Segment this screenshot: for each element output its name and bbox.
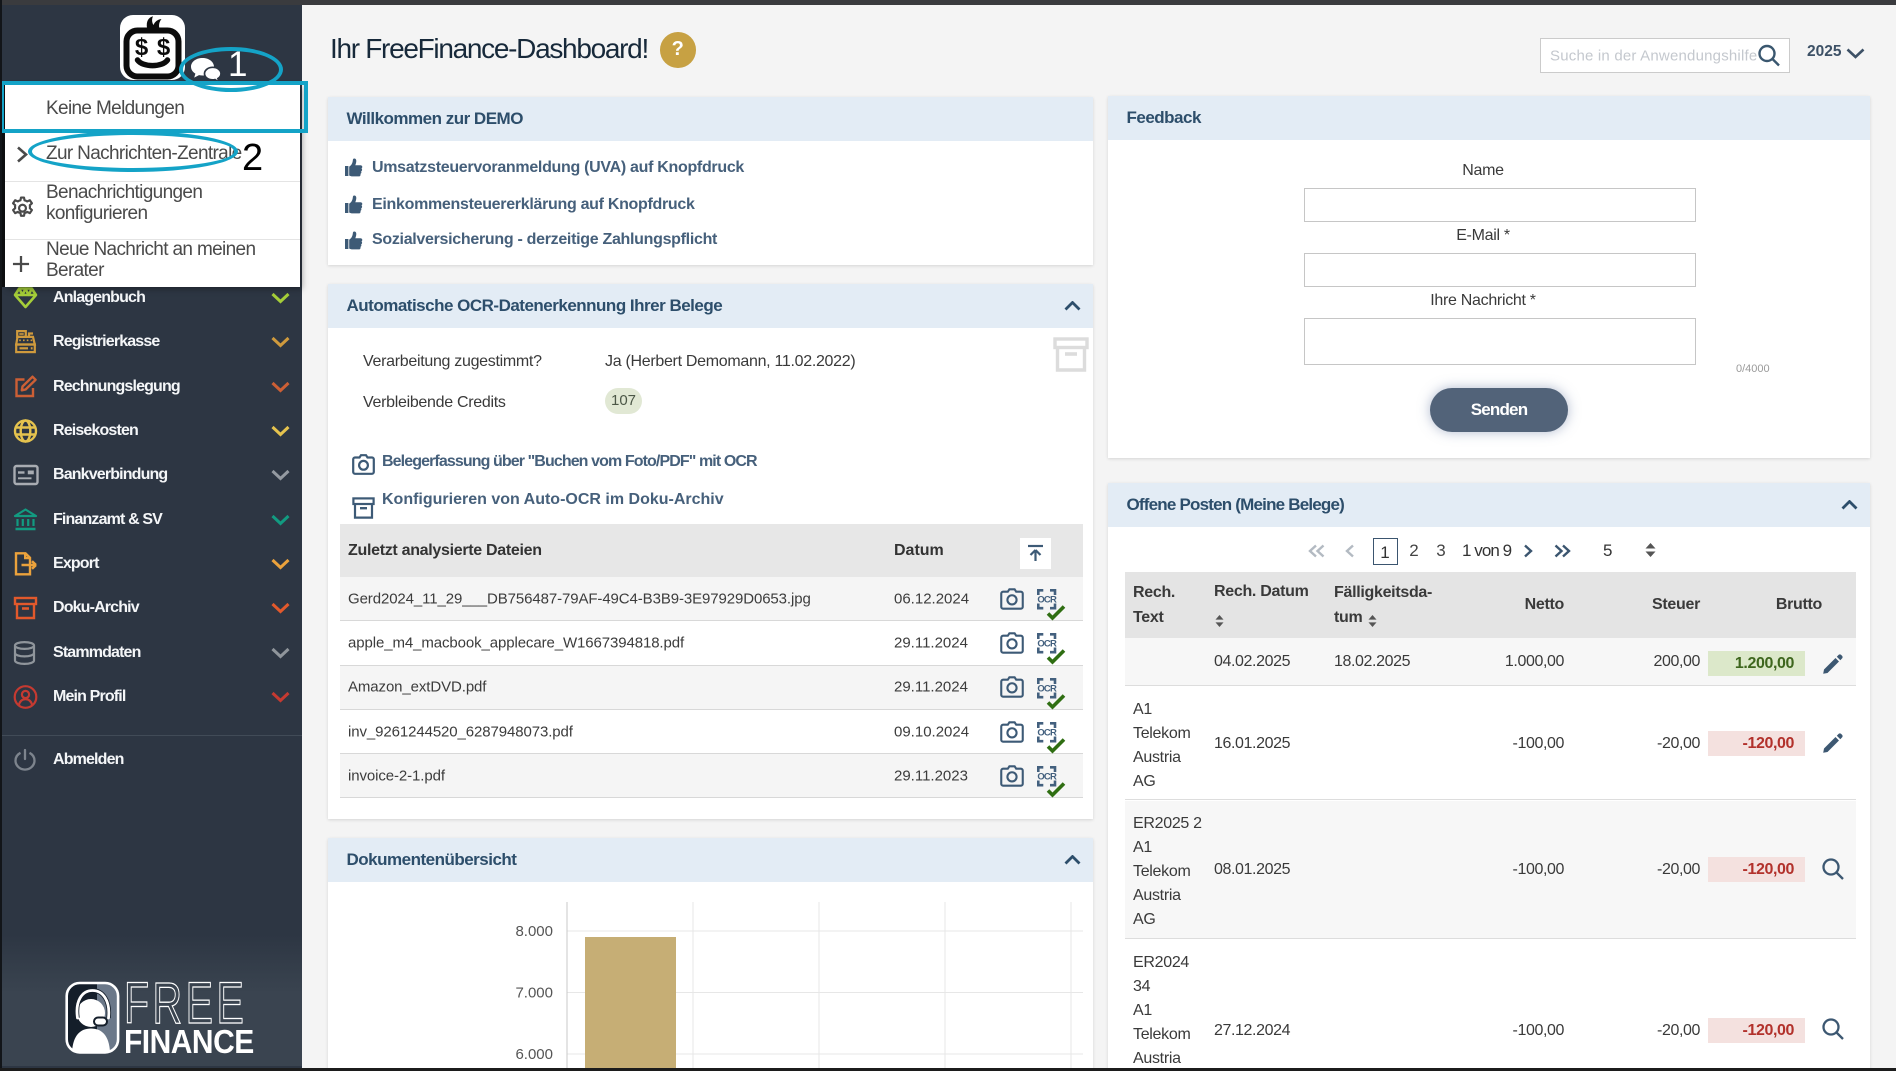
svg-text:OCR: OCR <box>1037 595 1057 606</box>
svg-text:FINANCE: FINANCE <box>124 1023 254 1061</box>
svg-text:OCR: OCR <box>1037 772 1057 783</box>
svg-text:7.000: 7.000 <box>515 985 553 1002</box>
svg-text:OCR: OCR <box>1037 639 1057 650</box>
svg-text:$: $ <box>157 34 171 61</box>
svg-text:8.000: 8.000 <box>515 923 553 940</box>
svg-text:OCR: OCR <box>1037 727 1057 738</box>
svg-text:6.000: 6.000 <box>515 1046 553 1063</box>
svg-text:OCR: OCR <box>1037 683 1057 694</box>
svg-text:$: $ <box>135 34 149 61</box>
